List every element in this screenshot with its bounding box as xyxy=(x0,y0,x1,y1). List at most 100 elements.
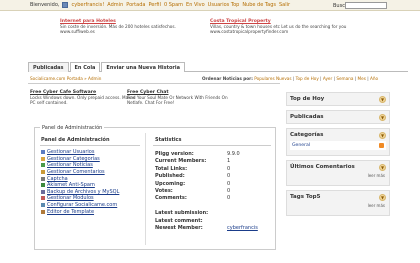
stat-value: 0 xyxy=(227,180,231,187)
stat-row: Newest Member: cyberfrancis xyxy=(155,225,258,232)
panel-title: Panel de Administración xyxy=(40,125,105,131)
admin-menu-link[interactable]: Configurar Socialicame.com xyxy=(47,202,117,208)
stat-label: Pligg version: xyxy=(155,151,194,157)
admin-menu-link[interactable]: Captcha xyxy=(47,176,68,182)
stat-value: 0 xyxy=(227,195,231,202)
stats-header: Statistics xyxy=(155,137,182,143)
stats-list: Pligg version: 9.9.0 Current Members: 1 Tota… xyxy=(155,151,258,232)
admin-menu: Gestionar Usuarios Gestionar Categorías Ge… xyxy=(41,149,119,215)
stat-row: Upcoming: 0 xyxy=(155,181,258,188)
nav-portada[interactable]: Portada xyxy=(126,2,145,8)
stat-value: 0 xyxy=(227,187,231,194)
rss-icon[interactable] xyxy=(379,143,384,148)
admin-menu-item[interactable]: Captcha xyxy=(41,175,119,182)
captcha-icon xyxy=(41,176,45,181)
admin-menu-item[interactable]: Gestionar Modulos xyxy=(41,195,119,202)
stat-value[interactable]: cyberfrancis xyxy=(227,225,258,232)
ad-block-1: Internet para Hoteles Sin coste de inver… xyxy=(60,19,210,34)
admin-menu-item[interactable]: Editor de Template xyxy=(41,208,119,215)
stat-row: Pligg version: 9.9.0 xyxy=(155,151,258,158)
breadcrumb[interactable]: Socialicame.com Portada » Admin xyxy=(30,76,101,81)
menu-header: Panel de Administración xyxy=(41,137,110,143)
search-input[interactable] xyxy=(345,2,387,9)
chevron-down-icon[interactable]: ▼ xyxy=(379,193,386,201)
sort-ano[interactable]: Año xyxy=(370,76,378,81)
admin-menu-item[interactable]: Gestionar Usuarios xyxy=(41,149,119,156)
tab-publicadas[interactable]: Publicadas xyxy=(28,62,69,72)
divider xyxy=(145,133,146,245)
admin-menu-link[interactable]: Backup de Archivos y MySQL xyxy=(47,189,119,195)
tab-enviar-historia[interactable]: Enviar una Nueva Historia xyxy=(101,62,185,72)
nav-admin[interactable]: Admin xyxy=(107,2,123,8)
admin-menu-link[interactable]: Gestionar Modulos xyxy=(47,195,94,201)
admin-menu-link[interactable]: Gestionar Usuarios xyxy=(47,149,94,155)
stat-label: Upcoming: xyxy=(155,180,186,187)
ad-url[interactable]: www.suffiweb.es xyxy=(60,29,210,34)
sidebar-tags-top5: Tags Top5 ▼ leer más xyxy=(286,190,390,216)
modules-icon xyxy=(41,196,45,201)
admin-menu-item[interactable]: Gestionar Categorías xyxy=(41,156,119,163)
nav-perfil[interactable]: Perfil xyxy=(148,2,161,8)
news-icon xyxy=(41,163,45,168)
ad-url[interactable]: www.costatropicalpropertyfinder.com xyxy=(210,29,360,34)
sidebar-top-hoy: Top de Hoy ▼ xyxy=(286,92,390,106)
admin-menu-link[interactable]: Gestionar Noticias xyxy=(47,162,93,168)
sort-mes[interactable]: Mes xyxy=(358,76,366,81)
sort-ayer[interactable]: Ayer xyxy=(323,76,332,81)
admin-menu-link[interactable]: Gestionar Comentarios xyxy=(47,169,105,175)
divider xyxy=(40,145,140,146)
chevron-down-icon[interactable]: ▼ xyxy=(379,163,386,171)
tab-en-cola[interactable]: En Cola xyxy=(69,62,101,72)
username-link[interactable]: cyberfrancis! xyxy=(71,2,104,8)
admin-menu-item[interactable]: Backup de Archivos y MySQL xyxy=(41,189,119,196)
sidebar-publicadas: Publicadas ▼ xyxy=(286,110,390,124)
nav-usuarios-top[interactable]: Usuarios Top xyxy=(208,2,240,8)
ad-block-2: Costa Tropical Property Villas, country … xyxy=(210,19,360,34)
stat-row: Published: 0 xyxy=(155,173,258,180)
nav-salir[interactable]: Salir xyxy=(279,2,290,8)
stat-label: Latest submission: xyxy=(155,210,209,217)
users-icon xyxy=(41,150,45,155)
nav-en-vivo[interactable]: En Vivo xyxy=(186,2,205,8)
stat-row: Votes: 0 xyxy=(155,188,258,195)
stat-value: 0 xyxy=(227,165,231,172)
admin-menu-link[interactable]: Akismet Anti-Spam xyxy=(47,182,95,188)
category-link[interactable]: General xyxy=(292,143,310,148)
template-icon xyxy=(41,209,45,214)
stat-label: Published: xyxy=(155,173,185,180)
shield-icon xyxy=(41,183,45,188)
admin-menu-item[interactable]: Akismet Anti-Spam xyxy=(41,182,119,189)
page: { "topbar": { "greeting": "Bienvenido,",… xyxy=(0,0,420,263)
admin-menu-item[interactable]: Gestionar Noticias xyxy=(41,162,119,169)
stat-row: Current Members: 1 xyxy=(155,158,258,165)
sort-label: Ordenar Noticias por: xyxy=(202,76,253,81)
sidebar-title: Tags Top5 xyxy=(290,194,321,200)
comments-icon xyxy=(41,170,45,175)
avatar[interactable] xyxy=(62,2,69,8)
sub-ad-text: Locks Windows down. Only prepaid access.… xyxy=(30,95,136,105)
folder-icon xyxy=(41,156,45,161)
stat-label: Current Members: xyxy=(155,158,207,165)
backup-icon xyxy=(41,189,45,194)
chevron-down-icon[interactable]: ▼ xyxy=(379,131,386,139)
stat-label: Newest Member: xyxy=(155,224,203,231)
admin-menu-link[interactable]: Gestionar Categorías xyxy=(47,156,100,162)
admin-menu-item[interactable]: Configurar Socialicame.com xyxy=(41,202,119,209)
read-more-link[interactable]: leer más xyxy=(287,173,389,180)
admin-menu-link[interactable]: Editor de Template xyxy=(47,209,94,215)
chevron-down-icon[interactable]: ▼ xyxy=(379,113,386,121)
nav-spam[interactable]: 0 Spam xyxy=(164,2,183,8)
stat-value: 0 xyxy=(227,173,231,180)
chevron-down-icon[interactable]: ▼ xyxy=(379,95,386,103)
sort-semana[interactable]: Semana xyxy=(336,76,353,81)
sidebar-ultimos-comentarios: Últimos Comentarios ▼ leer más xyxy=(286,160,390,186)
sidebar-title: Últimos Comentarios xyxy=(290,164,355,170)
nav-nube-tags[interactable]: Nube de Tags xyxy=(242,2,276,8)
admin-menu-item[interactable]: Gestionar Comentarios xyxy=(41,169,119,176)
stat-row: Latest comment: xyxy=(155,218,258,225)
sort-top-hoy[interactable]: Top de Hoy xyxy=(296,76,319,81)
sub-ad-1: Free Cyber Cafe Software Locks Windows d… xyxy=(30,90,140,105)
sort-populares[interactable]: Populares Nuevas xyxy=(254,76,291,81)
gear-icon xyxy=(41,203,45,208)
read-more-link[interactable]: leer más xyxy=(287,203,389,210)
